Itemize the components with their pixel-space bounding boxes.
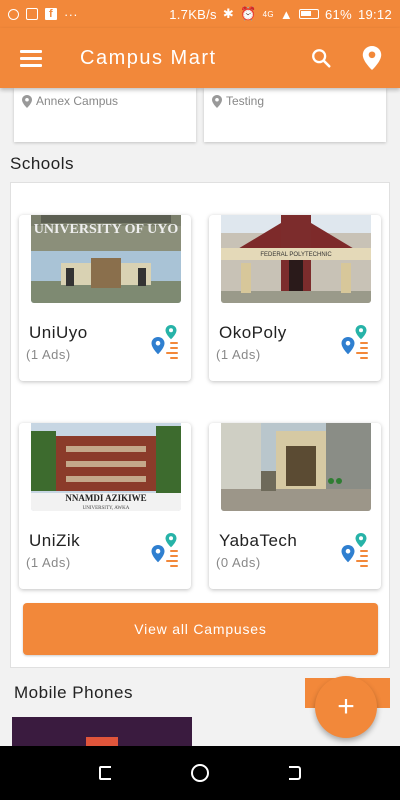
battery-level: 61% (325, 6, 352, 22)
campus-card[interactable]: Testing (204, 88, 386, 142)
campus-cards-row: Annex Campus Testing (14, 88, 386, 142)
school-name: UniZik (29, 531, 81, 550)
signal-icon: ▲ (279, 6, 294, 22)
school-name: UniUyo (29, 323, 88, 342)
plus-icon: + (337, 690, 355, 723)
school-card-uniuyo[interactable]: UNIVERSITY OF UYO UniUyo (1 Ads) (19, 215, 191, 381)
school-location-icon[interactable] (151, 323, 179, 361)
school-ads-count: (0 Ads) (216, 555, 261, 570)
school-card-yabatech[interactable]: YabaTech (0 Ads) (209, 423, 381, 589)
school-image: FEDERAL POLYTECHNIC (221, 215, 371, 303)
school-ads-count: (1 Ads) (26, 347, 71, 362)
mobile-phones-section-title: Mobile Phones (14, 683, 133, 702)
schools-panel: UNIVERSITY OF UYO UniUyo (1 Ads) FEDERAL… (10, 182, 390, 668)
gallery-icon (26, 8, 38, 20)
school-card-okopoly[interactable]: FEDERAL POLYTECHNIC OkoPoly (1 Ads) (209, 215, 381, 381)
network-speed: 1.7KB/s (169, 6, 217, 22)
facebook-icon: f (45, 8, 57, 20)
schools-section-title: Schools (10, 154, 74, 173)
location-pin-icon (212, 94, 222, 108)
network-type: 4G (262, 9, 274, 19)
location-pin-icon (22, 94, 32, 108)
location-icon[interactable] (362, 46, 382, 70)
campus-card[interactable]: Annex Campus (14, 88, 196, 142)
school-image: NNAMDI AZIKIWE UNIVERSITY, AWKA (31, 423, 181, 511)
school-card-unizik[interactable]: NNAMDI AZIKIWE UNIVERSITY, AWKA UniZik (… (19, 423, 191, 589)
school-location-icon[interactable] (341, 531, 369, 569)
school-image-text: NNAMDI AZIKIWE (65, 493, 146, 503)
battery-icon (299, 9, 320, 19)
campus-location: Annex Campus (36, 94, 119, 108)
campus-location: Testing (226, 94, 265, 108)
school-image-subtext: UNIVERSITY, AWKA (83, 506, 130, 511)
more-notifications: ··· (64, 6, 78, 22)
school-image (221, 423, 371, 511)
phone-listing-thumbnail[interactable] (12, 717, 192, 747)
school-name: OkoPoly (219, 323, 287, 342)
school-image: UNIVERSITY OF UYO (31, 215, 181, 303)
school-ads-count: (1 Ads) (26, 555, 71, 570)
school-image-text: FEDERAL POLYTECHNIC (260, 252, 332, 258)
school-location-icon[interactable] (341, 323, 369, 361)
view-all-campuses-button[interactable]: View all Campuses (23, 603, 378, 655)
school-name: YabaTech (219, 531, 298, 550)
search-icon[interactable] (310, 47, 332, 69)
back-icon[interactable] (285, 764, 303, 782)
school-image-text: UNIVERSITY OF UYO (34, 222, 179, 237)
status-bar: f ··· 1.7KB/s ✱ ⏰ 4G ▲ 61% 19:12 (0, 0, 400, 28)
notification-icon (8, 8, 19, 20)
alarm-icon: ⏰ (240, 6, 257, 21)
school-location-icon[interactable] (151, 531, 179, 569)
clock: 19:12 (357, 6, 392, 22)
app-title: Campus Mart (80, 46, 217, 69)
school-ads-count: (1 Ads) (216, 347, 261, 362)
menu-icon[interactable] (20, 50, 42, 67)
app-bar: Campus Mart (0, 28, 400, 88)
home-icon[interactable] (190, 763, 210, 783)
add-ad-button[interactable]: + (315, 676, 377, 738)
system-nav-bar (0, 746, 400, 800)
recent-apps-icon[interactable] (97, 764, 115, 782)
bluetooth-icon: ✱ (222, 6, 235, 21)
